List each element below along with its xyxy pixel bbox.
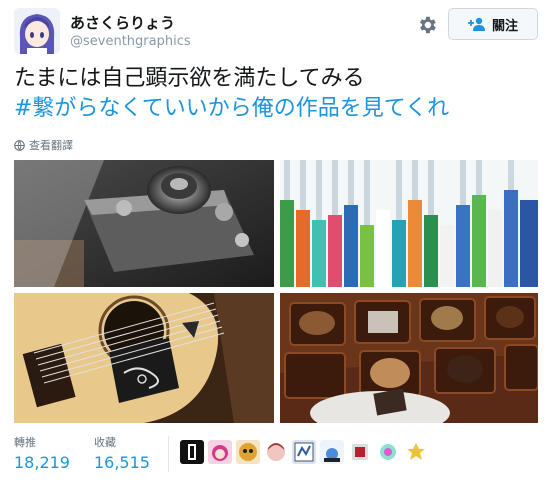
engagement-stats: 轉推 18,219 收藏 16,515 — [14, 434, 150, 472]
likes-value[interactable]: 16,515 — [94, 453, 150, 472]
likes-stat[interactable]: 收藏 16,515 — [94, 434, 150, 472]
tweet-line: たまには自己顕示欲を満たしてみる — [14, 66, 365, 91]
follow-button[interactable]: 關注 — [448, 8, 538, 40]
globe-icon — [14, 139, 25, 151]
liker-avatar[interactable] — [236, 440, 260, 464]
tweet-header: あさくらりょう @seventhgraphics 關注 — [14, 8, 538, 56]
translate-link[interactable]: 查看翻譯 — [14, 137, 73, 153]
avatar[interactable] — [14, 8, 60, 54]
screen-name[interactable]: @seventhgraphics — [70, 34, 191, 49]
photo-camera[interactable] — [14, 160, 274, 287]
retweets-value[interactable]: 18,219 — [14, 453, 70, 472]
retweets-label: 轉推 — [14, 436, 36, 449]
follow-person-plus-icon — [467, 17, 485, 31]
liker-avatar[interactable] — [404, 440, 428, 464]
display-name[interactable]: あさくらりょう — [70, 12, 175, 33]
photo-pens[interactable] — [280, 160, 538, 287]
settings-gear-icon[interactable] — [416, 14, 438, 36]
photo-guitar[interactable] — [14, 293, 274, 423]
tweet-text: たまには自己顕示欲を満たしてみる #繋がらなくていいから俺の作品を見てくれ — [14, 64, 538, 124]
liker-avatar[interactable] — [348, 440, 372, 464]
follow-label: 關注 — [491, 18, 518, 34]
translate-label: 查看翻譯 — [29, 139, 73, 152]
stats-divider — [168, 436, 169, 472]
liker-avatar[interactable] — [208, 440, 232, 464]
liker-avatar[interactable] — [264, 440, 288, 464]
liker-avatar[interactable] — [320, 440, 344, 464]
liker-avatar[interactable] — [292, 440, 316, 464]
retweet-stat[interactable]: 轉推 18,219 — [14, 434, 70, 472]
liker-avatar[interactable] — [180, 440, 204, 464]
liker-avatar[interactable] — [376, 440, 400, 464]
liked-by-avatars — [180, 440, 428, 464]
hashtag-link[interactable]: #繋がらなくていいから俺の作品を見てくれ — [14, 94, 538, 124]
likes-label: 收藏 — [93, 436, 116, 449]
photo-chocolates[interactable] — [280, 293, 538, 423]
